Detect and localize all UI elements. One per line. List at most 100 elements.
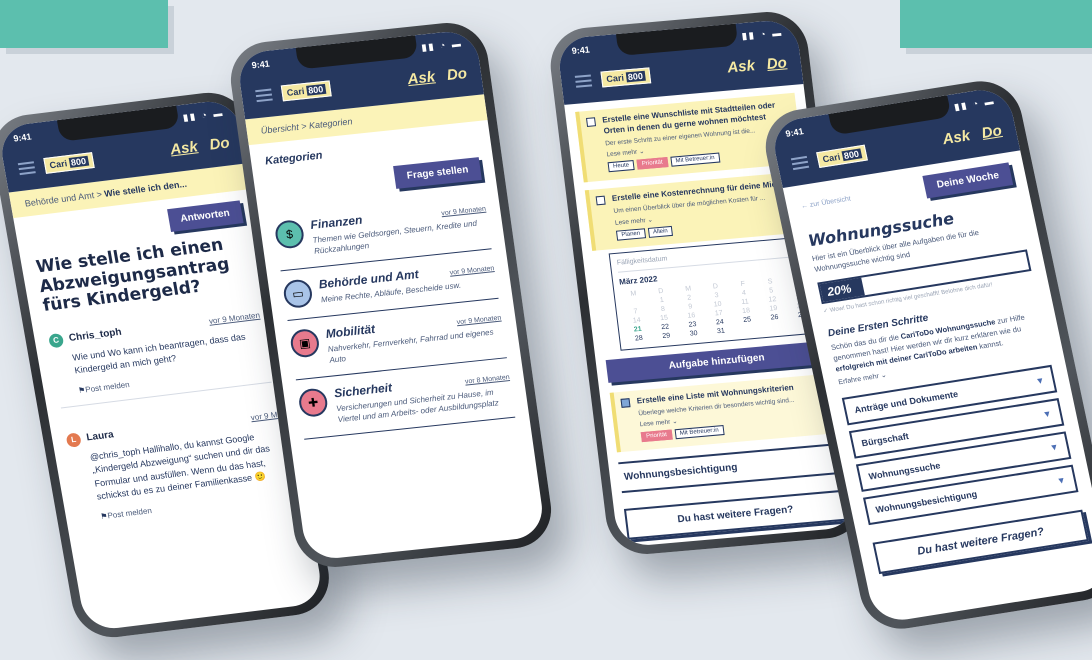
weekday-label: M (684, 285, 692, 293)
signal-battery-icon: ▮▮ ◔ ▬ (741, 27, 784, 42)
weekday-label: D (712, 282, 719, 291)
calendar-day[interactable]: 5 (758, 286, 784, 295)
phone-screen: 9:41 ▮▮ ◔ ▬ Cari 800 Ask Do ← zur Übersic… (769, 85, 1092, 625)
calendar-day[interactable]: 19 (760, 304, 786, 313)
calendar-day[interactable]: 31 (708, 327, 734, 336)
calendar-day[interactable]: 11 (732, 298, 758, 307)
tag-plan: Planen (615, 228, 646, 241)
signal-battery-icon: ▮▮ ◔ ▬ (420, 38, 464, 53)
tag-with-supervisor: Mit Betreuer:in (670, 152, 721, 168)
ask-question-button[interactable]: Frage stellen (393, 157, 482, 189)
calendar-day[interactable]: 29 (653, 332, 679, 341)
post-author[interactable]: Laura (86, 429, 115, 443)
calendar-day[interactable]: 7 (623, 307, 649, 316)
calendar-day[interactable]: 28 (626, 334, 652, 343)
weekday-label: M (630, 290, 637, 298)
menu-icon[interactable] (574, 73, 593, 88)
calendar-day[interactable]: 3 (704, 291, 730, 300)
tag-priority: Priorität (636, 157, 669, 171)
tab-ask[interactable]: Ask (941, 127, 972, 148)
section-viewing[interactable]: Wohnungsbesichtigung (618, 443, 842, 494)
calendar-day[interactable]: 24 (707, 318, 733, 327)
tab-do[interactable]: Do (766, 54, 788, 73)
calendar-day[interactable]: 15 (651, 314, 677, 323)
tag-alone: Allein (647, 225, 674, 238)
category-name: Finanzen (309, 212, 364, 233)
calendar-day[interactable]: 17 (706, 309, 732, 318)
menu-icon[interactable] (255, 88, 273, 102)
calendar-day[interactable]: 26 (761, 313, 787, 322)
tab-do[interactable]: Do (980, 122, 1003, 142)
task-item-done[interactable]: Erstelle eine Liste mit Wohnungskriterie… (609, 373, 837, 453)
menu-icon[interactable] (17, 160, 36, 175)
app-logo[interactable]: Cari 800 (600, 66, 651, 88)
breadcrumb-current: Wie stelle ich den... (103, 178, 188, 199)
post-author[interactable]: Chris_toph (68, 327, 122, 344)
breadcrumb-separator: > (95, 189, 103, 200)
list-item: C Chris_toph vor 9 Monaten Wie und Wo ka… (46, 300, 272, 409)
category-name: Mobilität (324, 321, 376, 341)
calendar-day[interactable]: 8 (650, 305, 676, 314)
calendar-day[interactable]: 21 (625, 325, 651, 334)
more-questions-button[interactable]: Du hast weitere Fragen? (623, 490, 848, 541)
tab-do[interactable]: Do (446, 65, 468, 84)
avatar: C (47, 332, 65, 349)
menu-icon[interactable] (790, 155, 810, 170)
tag-with-supervisor: Mit Betreuer:in (674, 425, 725, 440)
calendar-day[interactable]: 2 (676, 293, 702, 302)
due-date-input[interactable]: Fälligkeitsdatum (616, 255, 667, 267)
calendar-day[interactable]: 10 (705, 300, 731, 309)
calendar-day[interactable]: 30 (681, 329, 707, 338)
breadcrumb-separator: > (300, 121, 308, 132)
chevron-down-icon: ▼ (1041, 408, 1053, 420)
calendar-day[interactable]: 1 (649, 296, 675, 305)
post-time: vor 9 M (250, 410, 279, 423)
teal-backdrop-left (0, 0, 168, 48)
tab-do[interactable]: Do (208, 134, 231, 153)
phone-apartment-search: 9:41 ▮▮ ◔ ▬ Cari 800 Ask Do ← zur Übersic… (758, 75, 1092, 635)
calendar-day[interactable]: 12 (759, 295, 785, 304)
bus-icon: ▣ (288, 327, 321, 359)
teal-backdrop-right (900, 0, 1092, 48)
chevron-down-icon: ▼ (1048, 441, 1060, 453)
task-checkbox[interactable] (595, 196, 606, 206)
money-bag-icon: $ (273, 218, 306, 250)
status-time: 9:41 (251, 58, 271, 71)
breadcrumb-current: Kategorien (308, 116, 353, 131)
app-logo[interactable]: Cari 800 (43, 151, 95, 174)
tab-ask[interactable]: Ask (169, 138, 199, 158)
breadcrumb-parent[interactable]: Übersicht (260, 122, 299, 136)
category-time: vor 9 Monaten (449, 265, 495, 278)
calendar-day[interactable]: 16 (678, 311, 704, 320)
breadcrumb-parent[interactable]: Behörde und Amt (24, 190, 95, 208)
weekday-label: F (740, 280, 746, 288)
calendar-day[interactable]: 4 (731, 289, 757, 298)
id-card-icon: ▭ (282, 278, 314, 310)
app-logo[interactable]: Cari 800 (816, 144, 868, 168)
calendar-grid[interactable]: MDMDFSS123456789101112131415161718192021… (620, 275, 816, 343)
calendar-month: März 2022 (618, 274, 658, 287)
back-link[interactable]: ← zur Übersicht (800, 196, 851, 211)
calendar-day[interactable]: 25 (734, 315, 760, 324)
tab-ask[interactable]: Ask (406, 68, 436, 88)
list-item: L Laura vor 9 M @chris_toph Hallihallo, … (64, 400, 294, 533)
tag-today: Heute (607, 160, 635, 173)
tab-ask[interactable]: Ask (726, 57, 756, 76)
weekday-label: D (657, 287, 664, 296)
task-checkbox[interactable] (585, 117, 597, 127)
app-logo[interactable]: Cari 800 (280, 79, 332, 101)
signal-battery-icon: ▮▮ ◔ ▬ (182, 107, 226, 123)
task-checkbox-checked[interactable] (620, 398, 631, 408)
status-time: 9:41 (12, 131, 33, 144)
calendar-day[interactable]: 18 (733, 307, 759, 316)
answer-button[interactable]: Antworten (166, 200, 244, 233)
chevron-down-icon: ▼ (1034, 374, 1046, 386)
calendar-day[interactable]: 23 (679, 320, 705, 329)
post-time: vor 9 Monaten (208, 310, 261, 326)
shield-icon: ✚ (297, 387, 330, 418)
tag-priority: Priorität (640, 430, 673, 443)
chevron-down-icon: ▼ (1055, 474, 1067, 486)
calendar-day[interactable]: 22 (652, 323, 678, 332)
calendar-day[interactable]: 14 (624, 316, 650, 325)
calendar-day[interactable]: 9 (677, 302, 703, 311)
